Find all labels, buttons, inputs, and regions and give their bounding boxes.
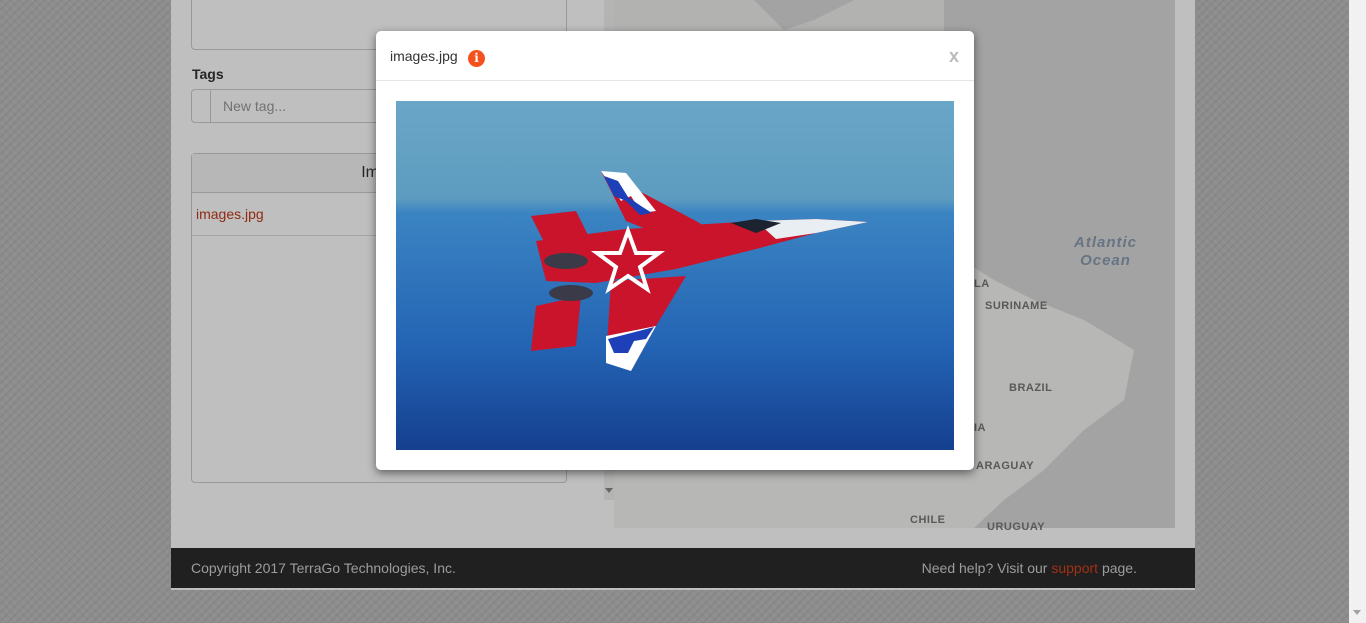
preview-image bbox=[396, 101, 954, 450]
page-scroll-down-icon[interactable] bbox=[1353, 610, 1361, 615]
page-scrollbar[interactable] bbox=[1349, 0, 1366, 623]
modal-header: images.jpg i x bbox=[376, 31, 974, 81]
image-preview-modal: images.jpg i x bbox=[376, 31, 974, 470]
modal-title: images.jpg bbox=[390, 48, 458, 64]
info-icon[interactable]: i bbox=[468, 50, 485, 67]
fighter-jet-photo-icon bbox=[396, 101, 954, 450]
close-button[interactable]: x bbox=[949, 46, 959, 67]
